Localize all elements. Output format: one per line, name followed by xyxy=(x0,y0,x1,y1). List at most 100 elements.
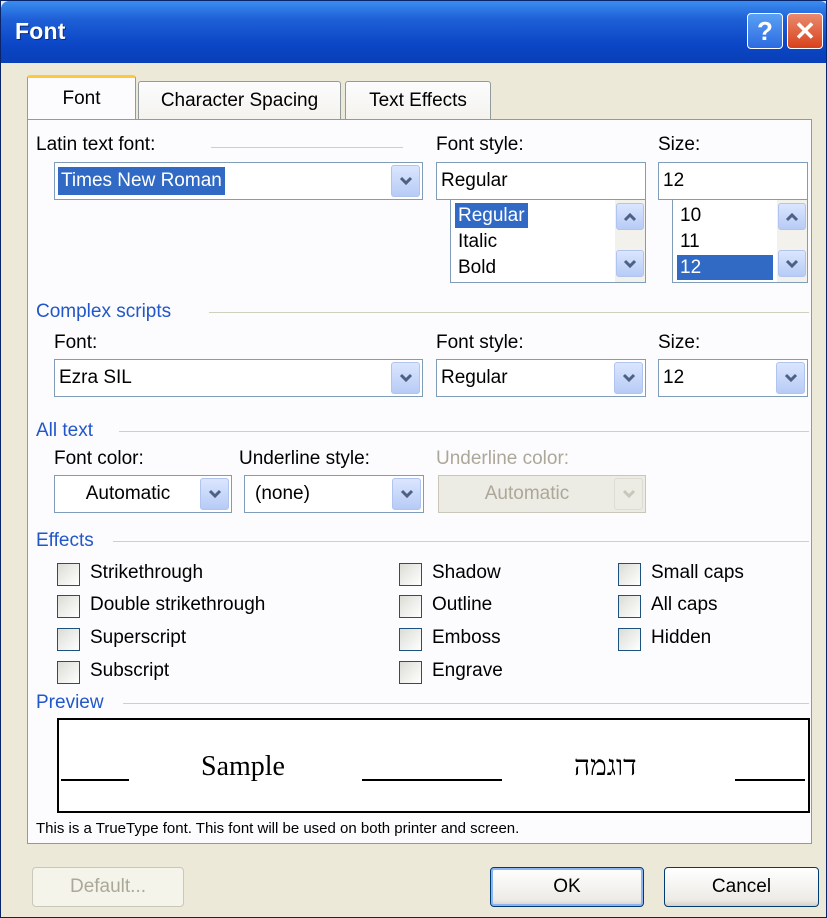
checkbox-box[interactable] xyxy=(618,628,641,651)
latin-style-input[interactable]: Regular xyxy=(436,162,646,200)
divider xyxy=(211,147,403,148)
latin-font-combo[interactable]: Times New Roman xyxy=(54,162,423,200)
divider xyxy=(209,312,809,313)
underline-style-combo[interactable]: (none) xyxy=(244,475,424,513)
button-label: Cancel xyxy=(711,876,772,897)
preview-section: Preview xyxy=(36,692,104,713)
list-item[interactable]: Regular xyxy=(455,203,528,228)
underline-color-label: Underline color: xyxy=(436,448,570,469)
font-dialog: Font ? ✕ Font Character Spacing Text Eff… xyxy=(0,0,827,918)
button-label: OK xyxy=(553,876,581,897)
complex-size-dropdown-button[interactable] xyxy=(776,362,805,394)
complex-style-value: Regular xyxy=(441,367,508,388)
effects-section: Effects xyxy=(36,530,94,551)
ok-button[interactable]: OK xyxy=(490,867,644,907)
chevron-down-icon xyxy=(785,259,799,268)
checkbox-label: All caps xyxy=(651,594,718,615)
list-item[interactable]: Bold xyxy=(455,255,499,280)
chevron-down-icon xyxy=(622,373,635,383)
scroll-up-button[interactable] xyxy=(778,203,806,230)
chevron-down-icon xyxy=(400,489,413,499)
close-icon: ✕ xyxy=(794,15,816,46)
checkbox-label: Subscript xyxy=(90,660,170,681)
latin-style-input-value: Regular xyxy=(441,170,508,191)
preview-complex-sample: דוגמה xyxy=(574,751,637,782)
checkbox-box[interactable] xyxy=(57,563,80,586)
complex-size-combo[interactable]: 12 xyxy=(658,359,808,397)
chevron-down-icon xyxy=(399,176,412,186)
list-item[interactable]: 11 xyxy=(677,229,703,254)
complex-style-combo[interactable]: Regular xyxy=(436,359,646,397)
preview-box: Sample דוגמה xyxy=(57,718,810,813)
preview-baseline xyxy=(61,779,129,781)
button-label: Default... xyxy=(69,876,147,897)
scrollbar[interactable] xyxy=(615,200,645,282)
close-button[interactable]: ✕ xyxy=(787,13,823,49)
divider xyxy=(123,703,809,704)
latin-size-input[interactable]: 12 xyxy=(658,162,808,200)
complex-size-label: Size: xyxy=(658,332,701,353)
underline-color-combo[interactable]: Automatic xyxy=(438,475,646,513)
latin-size-input-value: 12 xyxy=(663,170,685,191)
scroll-down-button[interactable] xyxy=(778,250,806,277)
latin-style-list[interactable]: Regular Italic Bold xyxy=(450,199,646,283)
tab-font[interactable]: Font xyxy=(27,75,136,119)
underline-style-label: Underline style: xyxy=(239,448,370,469)
scroll-down-button[interactable] xyxy=(616,250,644,277)
title-bar[interactable]: Font ? ✕ xyxy=(1,1,826,63)
default-button[interactable]: Default... xyxy=(32,867,184,907)
latin-font-value: Times New Roman xyxy=(58,167,225,195)
list-item[interactable]: 10 xyxy=(677,203,704,228)
checkbox-box[interactable] xyxy=(618,595,641,618)
underline-color-dropdown-button[interactable] xyxy=(614,478,643,510)
tab-label: Font xyxy=(62,87,101,109)
checkbox-label: Outline xyxy=(432,594,493,615)
divider xyxy=(113,541,809,542)
tab-text-effects[interactable]: Text Effects xyxy=(345,81,491,119)
underline-style-value: (none) xyxy=(255,483,310,504)
latin-size-label: Size: xyxy=(658,134,701,155)
checkbox-label: Strikethrough xyxy=(90,562,204,583)
complex-size-value: 12 xyxy=(663,367,685,388)
latin-style-label: Font style: xyxy=(436,134,524,155)
divider xyxy=(119,431,809,432)
tab-character-spacing[interactable]: Character Spacing xyxy=(138,81,341,119)
latin-font-dropdown-button[interactable] xyxy=(391,165,420,197)
cancel-button[interactable]: Cancel xyxy=(664,867,819,907)
chevron-down-icon xyxy=(208,489,221,499)
chevron-up-icon xyxy=(623,212,637,221)
help-button[interactable]: ? xyxy=(747,13,783,49)
underline-style-dropdown-button[interactable] xyxy=(392,478,421,510)
scroll-up-button[interactable] xyxy=(616,203,644,230)
font-color-combo[interactable]: Automatic xyxy=(54,475,232,513)
font-color-label: Font color: xyxy=(54,448,144,469)
checkbox-box[interactable] xyxy=(399,661,422,684)
checkbox-box[interactable] xyxy=(399,628,422,651)
scrollbar[interactable] xyxy=(777,200,807,282)
preview-latin-sample: Sample xyxy=(201,751,285,782)
window-title: Font xyxy=(15,18,66,44)
chevron-down-icon xyxy=(622,489,635,499)
all-text-section: All text xyxy=(36,420,94,441)
chevron-down-icon xyxy=(399,373,412,383)
help-icon: ? xyxy=(757,15,773,46)
complex-font-dropdown-button[interactable] xyxy=(391,362,420,394)
checkbox-label: Small caps xyxy=(651,562,744,583)
latin-size-list[interactable]: 10 11 12 xyxy=(672,199,808,283)
checkbox-box[interactable] xyxy=(399,563,422,586)
chevron-up-icon xyxy=(785,212,799,221)
checkbox-box[interactable] xyxy=(57,628,80,651)
list-item[interactable]: 12 xyxy=(677,255,773,280)
tab-label: Character Spacing xyxy=(160,89,319,111)
checkbox-box[interactable] xyxy=(57,661,80,684)
checkbox-box[interactable] xyxy=(57,595,80,618)
checkbox-label: Double strikethrough xyxy=(90,594,266,615)
checkbox-box[interactable] xyxy=(399,595,422,618)
checkbox-box[interactable] xyxy=(618,563,641,586)
font-color-dropdown-button[interactable] xyxy=(200,478,229,510)
complex-font-value: Ezra SIL xyxy=(59,367,132,388)
complex-font-combo[interactable]: Ezra SIL xyxy=(54,359,423,397)
list-item[interactable]: Italic xyxy=(455,229,500,254)
complex-style-dropdown-button[interactable] xyxy=(614,362,643,394)
underline-color-value: Automatic xyxy=(484,483,570,504)
